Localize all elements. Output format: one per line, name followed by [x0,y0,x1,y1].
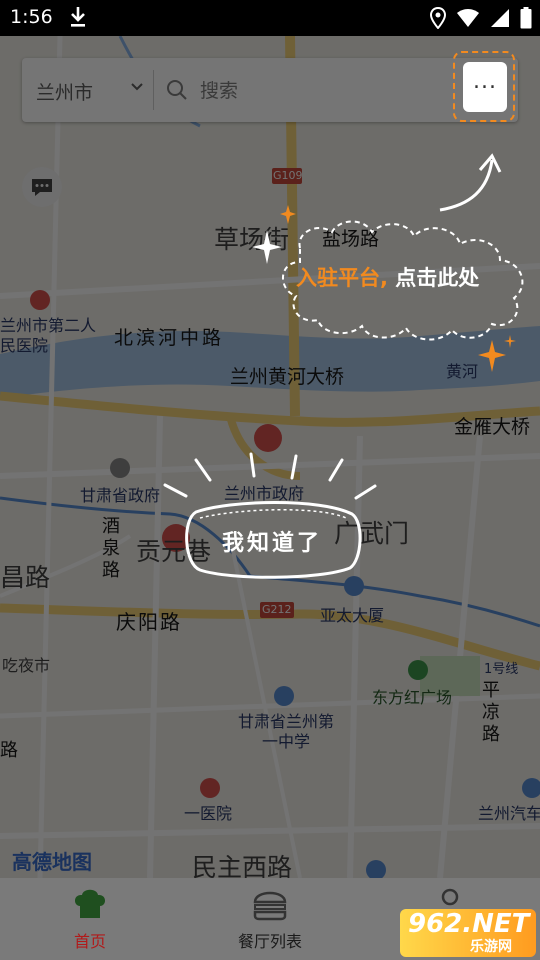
poi-label: 亚太大厦 [320,606,385,625]
more-button[interactable]: ... [463,62,507,112]
signal-icon [491,9,509,27]
tab-restaurant-list[interactable]: 餐厅列表 [210,878,330,960]
road-label: 草场街 [214,225,290,254]
location-icon [430,7,446,29]
search-input[interactable] [198,74,462,108]
poi-label: 东方红广场 [372,688,453,707]
road-label: 1号线 [484,662,519,677]
got-it-button[interactable]: 我知道了 [186,505,358,577]
search-divider [153,70,154,110]
guide-tip: 入驻平台, 点击此处 [296,262,479,292]
chef-hat-icon [74,889,106,918]
poi-label: 一医院 [184,804,233,823]
road-label: 平凉路 [482,680,500,745]
poi-label: 金雁大桥 [454,416,531,438]
poi-label: 黄河 [446,362,479,381]
watermark-text: 乐游网 [470,939,512,955]
poi-label: 兰州市第二人民医院 [0,316,97,355]
road-label: 盐场路 [322,228,380,250]
tab-restaurant-list-label: 餐厅列表 [237,932,302,951]
poi-label: 兰州汽车 [478,804,540,823]
road-label: 昌路 [0,563,51,592]
tab-home[interactable]: 首页 [30,878,150,960]
map-provider-logo: 高德地图 [12,850,92,874]
poi-label: 甘肃省兰州第一中学 [238,712,335,751]
road-label: 路 [0,740,18,761]
guide-tip-rest: 点击此处 [395,266,480,290]
road-label: 酒泉路 [102,516,120,581]
guide-tip-highlight: 入驻平台, [296,266,388,290]
search-icon [167,80,187,100]
road-label: G212 [262,603,292,616]
watermark-logo: 962.NET [408,909,530,939]
road-label: 北滨河中路 [114,327,225,349]
poi-label: 吃夜市 [2,656,51,675]
more-dots-icon: ... [473,69,497,94]
map-view[interactable]: G109 草场街 盐场路 兰州市第二人民医院 北滨河中路 兰州黄河大桥 黄河 金… [0,36,540,878]
poi-label: 兰州市政府 [224,484,305,503]
burger-icon [253,891,287,921]
search-bar: 兰州市 [22,58,518,122]
poi-label: 兰州黄河大桥 [230,366,345,388]
chat-button[interactable] [22,167,62,207]
road-label: 民主西路 [192,853,293,878]
download-icon [71,7,85,27]
status-time: 1:56 [10,6,53,28]
battery-icon [520,7,532,29]
road-label: G109 [273,169,303,182]
status-icons [430,7,532,29]
road-label: 庆阳路 [116,610,182,634]
chevron-down-icon [131,83,143,91]
chat-bubble-icon [32,179,52,196]
tab-home-label: 首页 [73,932,106,951]
city-selector[interactable]: 兰州市 [36,78,93,105]
site-watermark: 962.NET 乐游网 [400,909,536,957]
poi-label: 甘肃省政府 [80,486,161,505]
status-bar: 1:56 [0,0,540,36]
wifi-icon [457,9,479,27]
